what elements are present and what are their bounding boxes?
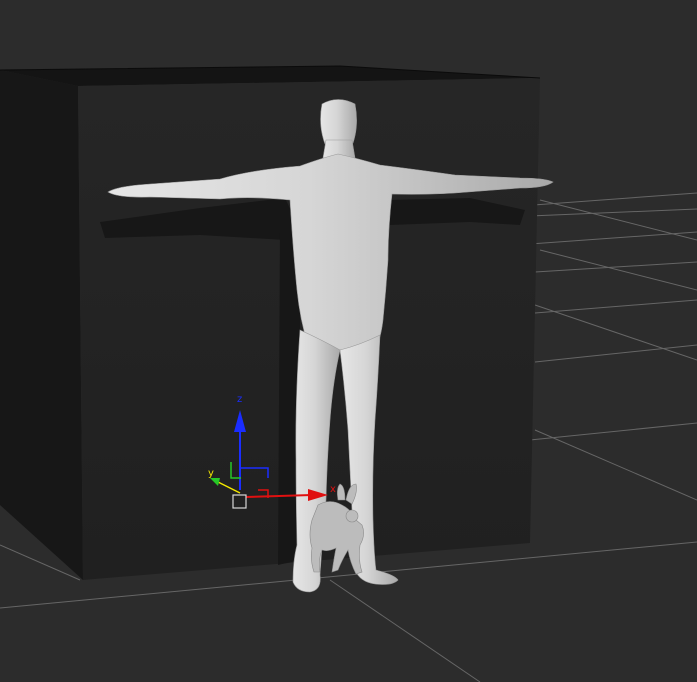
dark-box[interactable]: [0, 65, 541, 580]
3d-viewport[interactable]: z y x: [0, 0, 697, 682]
y-axis-label: y: [208, 468, 214, 479]
z-axis-label: z: [237, 394, 242, 405]
viewport-scene: z y x: [0, 0, 697, 682]
x-axis-label: x: [330, 484, 336, 495]
